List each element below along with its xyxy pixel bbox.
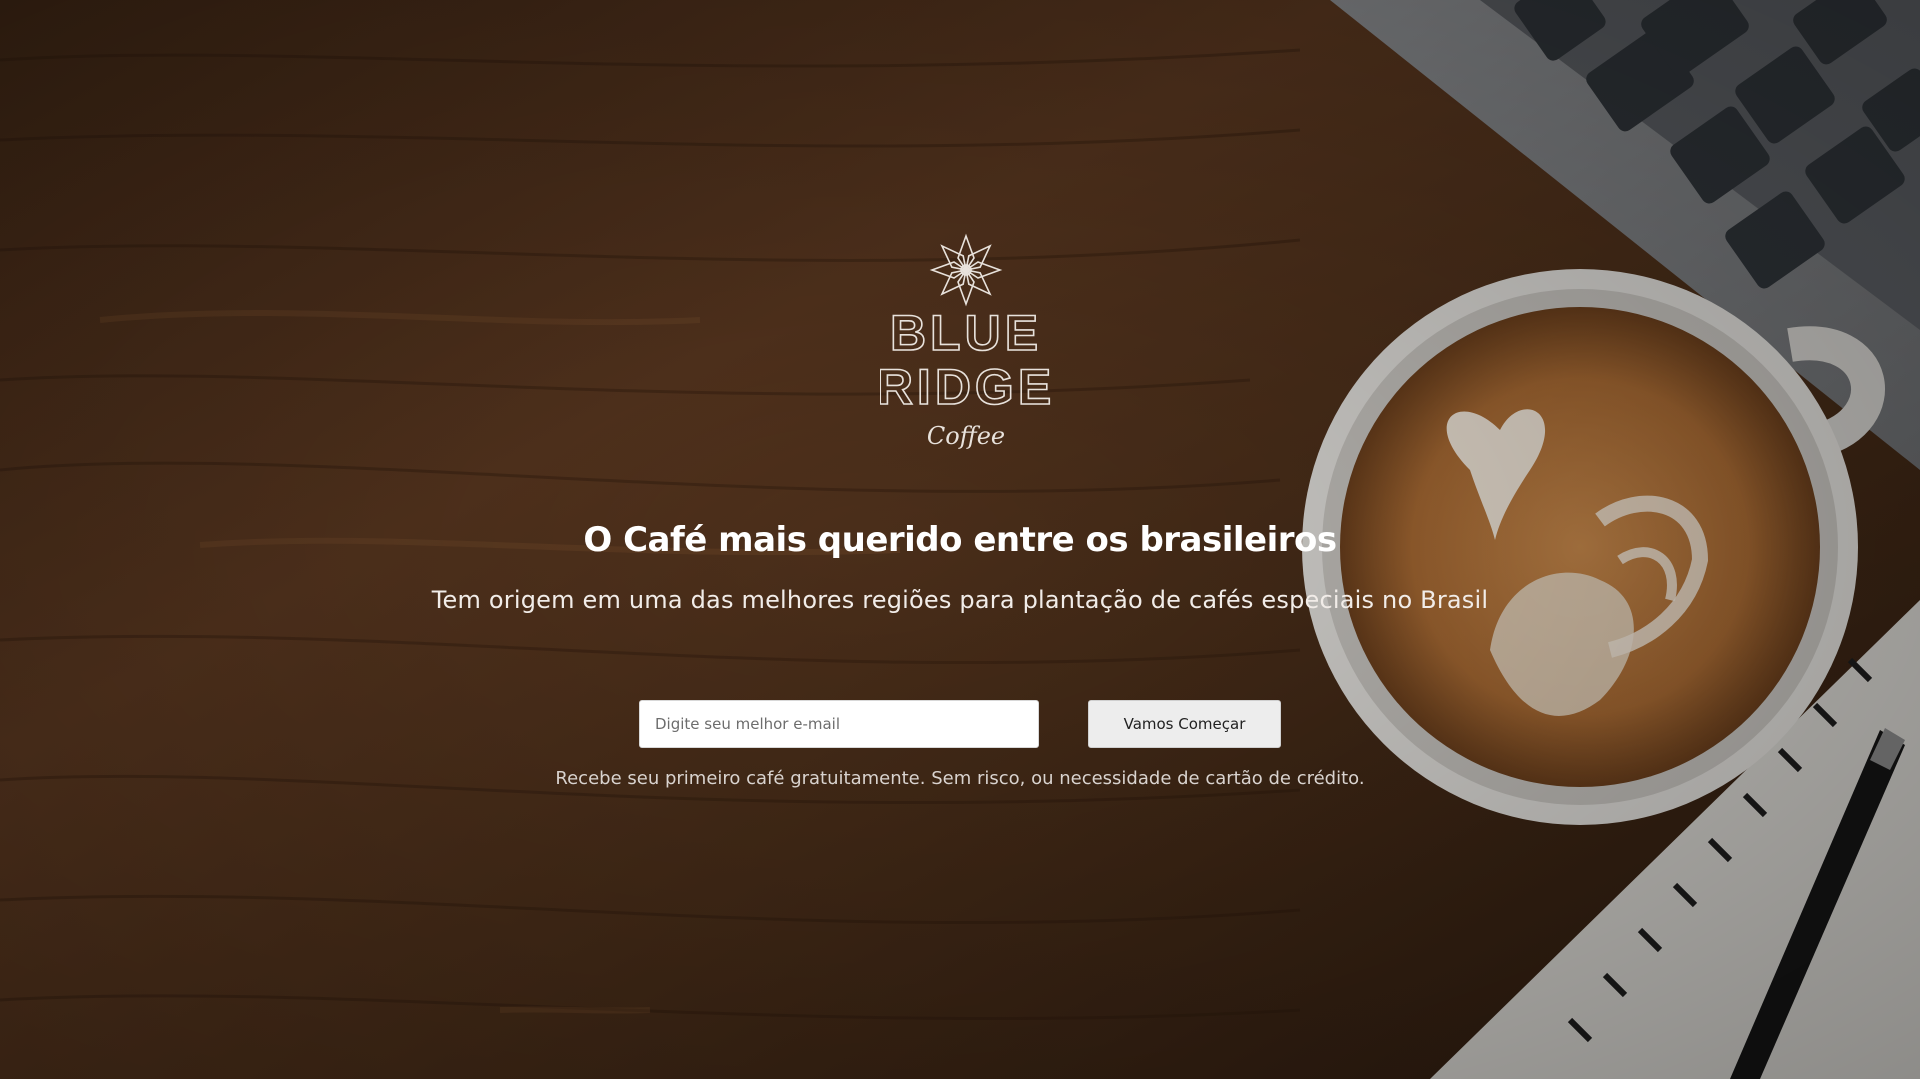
hero-headline: O Café mais querido entre os brasileiros	[583, 520, 1337, 560]
hero-subheadline: Tem origem em uma das melhores regiões p…	[431, 586, 1489, 614]
signup-note: Recebe seu primeiro café gratuitamente. …	[555, 768, 1365, 789]
landing-page: BLUE RIDGE Coffee O Café mais querido en…	[0, 0, 1920, 1079]
email-input[interactable]	[639, 700, 1039, 748]
hero-section: BLUE RIDGE Coffee O Café mais querido en…	[0, 0, 1920, 1079]
signup-form: Vamos Começar	[639, 700, 1281, 750]
star-flower-icon	[929, 233, 1003, 307]
logo-text-blue: BLUE	[890, 305, 1042, 361]
logo-text-coffee: Coffee	[927, 422, 1005, 450]
brand-logo: BLUE RIDGE Coffee	[880, 233, 1052, 450]
logo-text-ridge: RIDGE	[880, 359, 1052, 415]
start-button[interactable]: Vamos Começar	[1088, 700, 1281, 748]
